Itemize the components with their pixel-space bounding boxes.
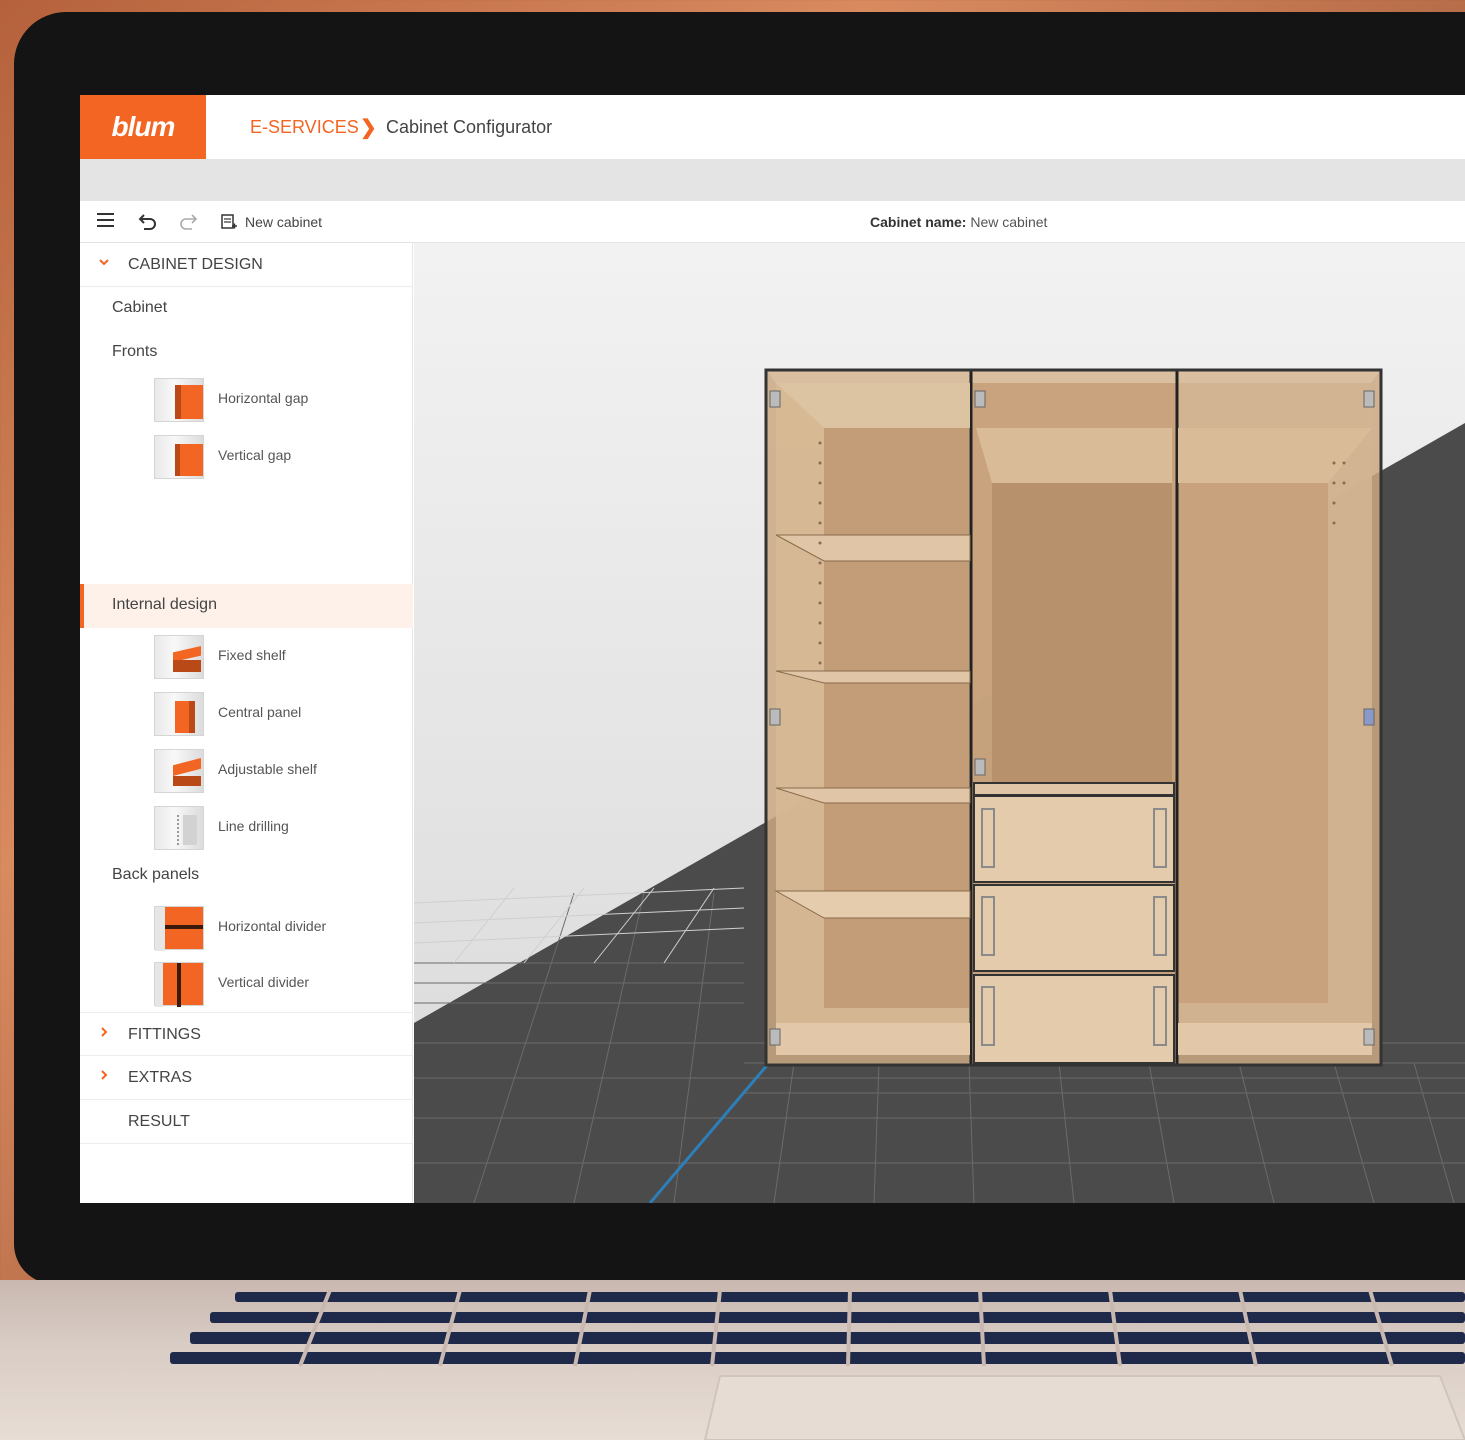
option-label: Vertical gap: [218, 447, 292, 463]
sidebar-item-internal-design[interactable]: Internal design: [80, 584, 413, 628]
sidebar-item-label: Fronts: [112, 343, 158, 360]
option-label: Adjustable shelf: [218, 761, 317, 777]
option-label: Central panel: [218, 704, 302, 720]
sidebar-item-fronts[interactable]: Fronts: [80, 331, 413, 375]
fixed-shelf-icon: [154, 635, 204, 679]
blum-logo[interactable]: blum: [80, 95, 206, 159]
option-horizontal-divider[interactable]: Horizontal divider: [80, 902, 413, 958]
breadcrumb-e-services[interactable]: E-SERVICES: [250, 117, 359, 138]
chevron-down-icon: [98, 255, 110, 273]
option-central-panel[interactable]: Central panel: [80, 688, 413, 744]
line-drilling-icon: [154, 806, 204, 850]
section-label: EXTRAS: [128, 1069, 193, 1086]
option-adjustable-shelf[interactable]: Adjustable shelf: [80, 745, 413, 801]
option-label: Horizontal gap: [218, 390, 309, 406]
section-cabinet-design[interactable]: CABINET DESIGN: [80, 243, 413, 287]
section-result[interactable]: RESULT: [80, 1100, 413, 1144]
section-label: FITTINGS: [128, 1026, 201, 1043]
gray-strip: [80, 159, 1465, 201]
sidebar-item-label: Back panels: [112, 866, 200, 883]
cabinet-name-value: New cabinet: [970, 214, 1048, 230]
sidebar: CABINET DESIGN Cabinet Fronts Horizontal…: [80, 243, 413, 1203]
central-panel-icon: [154, 692, 204, 736]
option-horizontal-gap[interactable]: Horizontal gap: [80, 374, 413, 430]
option-label: Line drilling: [218, 818, 289, 834]
cabinet-3d-render[interactable]: [414, 243, 1465, 1203]
option-vertical-gap[interactable]: Vertical gap: [80, 431, 413, 487]
option-vertical-divider[interactable]: Vertical divider: [80, 958, 413, 1014]
vertical-divider-icon: [154, 962, 204, 1007]
chevron-right-icon: [98, 1025, 110, 1043]
chevron-right-icon: [98, 1068, 110, 1086]
cabinet-name: Cabinet name: New cabinet: [870, 214, 1047, 230]
option-fixed-shelf[interactable]: Fixed shelf: [80, 631, 413, 687]
new-cabinet-button[interactable]: New cabinet: [245, 214, 322, 230]
app-screen: blum E-SERVICES ❯ Cabinet Configurator N…: [80, 95, 1465, 1203]
section-label: RESULT: [128, 1113, 190, 1130]
undo-icon[interactable]: [138, 211, 158, 236]
adjustable-shelf-icon: [154, 749, 204, 793]
sidebar-item-cabinet[interactable]: Cabinet: [80, 287, 413, 331]
sidebar-item-label: Internal design: [112, 596, 217, 613]
option-line-drilling[interactable]: Line drilling: [80, 802, 413, 858]
section-extras[interactable]: EXTRAS: [80, 1056, 413, 1100]
vertical-gap-icon: [154, 435, 204, 479]
redo-icon[interactable]: [178, 211, 198, 236]
option-label: Vertical divider: [218, 974, 310, 990]
sidebar-item-back-panels[interactable]: Back panels: [80, 854, 413, 898]
top-bar: blum E-SERVICES ❯ Cabinet Configurator: [80, 95, 1465, 159]
toolbar: New cabinet Cabinet name: New cabinet: [80, 201, 1465, 243]
horizontal-gap-icon: [154, 378, 204, 422]
horizontal-divider-icon: [154, 906, 204, 951]
option-label: Fixed shelf: [218, 647, 286, 663]
3d-viewport[interactable]: [414, 243, 1465, 1203]
sidebar-item-label: Cabinet: [112, 299, 168, 316]
page-title: Cabinet Configurator: [386, 117, 553, 137]
chevron-right-icon: ❯: [360, 117, 377, 139]
cabinet-name-label: Cabinet name:: [870, 214, 967, 230]
section-label: CABINET DESIGN: [128, 256, 263, 273]
menu-icon[interactable]: [96, 211, 116, 234]
option-label: Horizontal divider: [218, 918, 327, 934]
section-fittings[interactable]: FITTINGS: [80, 1012, 413, 1056]
new-cabinet-icon[interactable]: [220, 213, 238, 236]
laptop-keyboard: [0, 1280, 1465, 1440]
